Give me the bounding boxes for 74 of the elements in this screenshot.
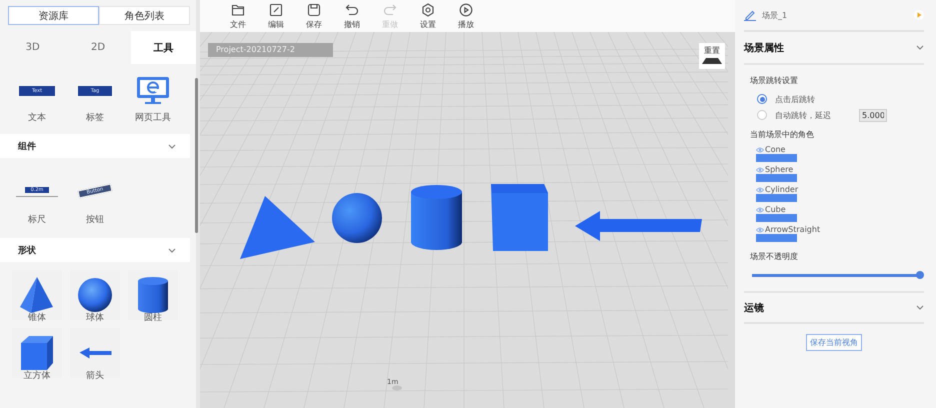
slider-thumb[interactable] <box>916 271 924 279</box>
category-tab[interactable]: 2D <box>65 31 131 64</box>
ground-icon <box>702 58 722 64</box>
save-view-button[interactable]: 保存当前视角 <box>806 334 862 351</box>
toolbar-button[interactable]: 文件 <box>224 2 252 30</box>
origin-marker <box>392 386 402 390</box>
subsection-title: 场景跳转设置 <box>750 75 799 86</box>
item-label[interactable]: 锥体 <box>28 311 46 324</box>
toolbar-button[interactable]: 撤销 <box>338 2 366 30</box>
play-icon <box>459 2 473 16</box>
section-header[interactable]: 组件 <box>0 134 190 158</box>
chevron-icon <box>168 144 176 148</box>
sphere-shape <box>332 193 382 243</box>
cylinder-shape <box>411 185 462 250</box>
item-label[interactable]: 球体 <box>86 311 104 324</box>
role-name[interactable]: ArrowStraight <box>756 225 924 234</box>
delay-input[interactable]: 5.000 <box>859 108 887 122</box>
reset-view-button[interactable]: 重置 <box>699 43 725 69</box>
edit-icon <box>269 2 283 16</box>
item-label[interactable]: 按钮 <box>86 213 104 226</box>
toolbar-button[interactable]: 编辑 <box>262 2 290 30</box>
role-name[interactable]: Sphere <box>756 165 924 174</box>
project-name: Project-20210727-2 <box>208 43 333 57</box>
undo-icon <box>345 2 359 16</box>
role-color-bar <box>756 154 797 162</box>
toolbar-button[interactable]: 保存 <box>300 2 328 30</box>
role-color-bar <box>756 234 797 242</box>
pencil-icon[interactable] <box>744 9 756 21</box>
radio-button[interactable] <box>757 110 767 120</box>
item-label[interactable]: 立方体 <box>24 369 50 382</box>
panel-tab[interactable]: 角色列表 <box>99 6 190 25</box>
subsection-title: 场景不透明度 <box>750 251 799 262</box>
item-label[interactable]: 网页工具 <box>135 111 171 124</box>
category-tab[interactable]: 3D <box>0 31 66 64</box>
item-label[interactable]: 箭头 <box>86 369 104 382</box>
role-name[interactable]: Cube <box>756 205 924 214</box>
subsection-title: 当前场景中的角色 <box>750 129 815 140</box>
eye-icon[interactable] <box>756 226 764 232</box>
option-label: 自动跳转，延迟 <box>775 110 831 120</box>
role-name[interactable]: Cone <box>756 145 924 154</box>
folder-icon <box>231 2 245 16</box>
section-header[interactable]: 场景属性 <box>744 32 924 65</box>
toolbar-button[interactable]: 设置 <box>414 2 442 30</box>
role-name[interactable]: Cylinder <box>756 185 924 194</box>
settings-icon <box>421 2 435 16</box>
chevron-icon <box>916 45 924 50</box>
option-label: 点击后跳转 <box>775 94 815 104</box>
redo-icon <box>383 2 397 16</box>
eye-icon[interactable] <box>756 166 764 172</box>
role-color-bar <box>756 214 797 222</box>
scrollbar-thumb[interactable] <box>195 78 198 233</box>
category-tab[interactable]: 工具 <box>130 31 196 64</box>
item-label[interactable]: 文本 <box>28 111 46 124</box>
item-label[interactable]: 标签 <box>86 111 104 124</box>
play-icon[interactable] <box>914 10 924 20</box>
section-header[interactable]: 运镜 <box>744 291 924 324</box>
scene-name: 场景_1 <box>762 10 788 20</box>
role-color-bar <box>756 194 797 202</box>
panel-tab[interactable]: 资源库 <box>8 6 99 25</box>
chevron-icon <box>168 248 176 252</box>
section-header[interactable]: 形状 <box>0 238 190 262</box>
chevron-icon <box>916 305 924 310</box>
item-label[interactable]: 圆柱 <box>144 311 162 324</box>
eye-icon[interactable] <box>756 186 764 192</box>
save-icon <box>307 2 321 16</box>
role-color-bar <box>756 174 797 182</box>
monitor-icon <box>136 76 170 106</box>
eye-icon[interactable] <box>756 206 764 212</box>
arrow-icon <box>78 347 112 359</box>
eye-icon[interactable] <box>756 146 764 152</box>
toolbar-button[interactable]: 播放 <box>452 2 480 30</box>
item-label[interactable]: 标尺 <box>28 213 46 226</box>
cube-shape <box>491 184 548 251</box>
radio-button[interactable] <box>757 94 767 104</box>
